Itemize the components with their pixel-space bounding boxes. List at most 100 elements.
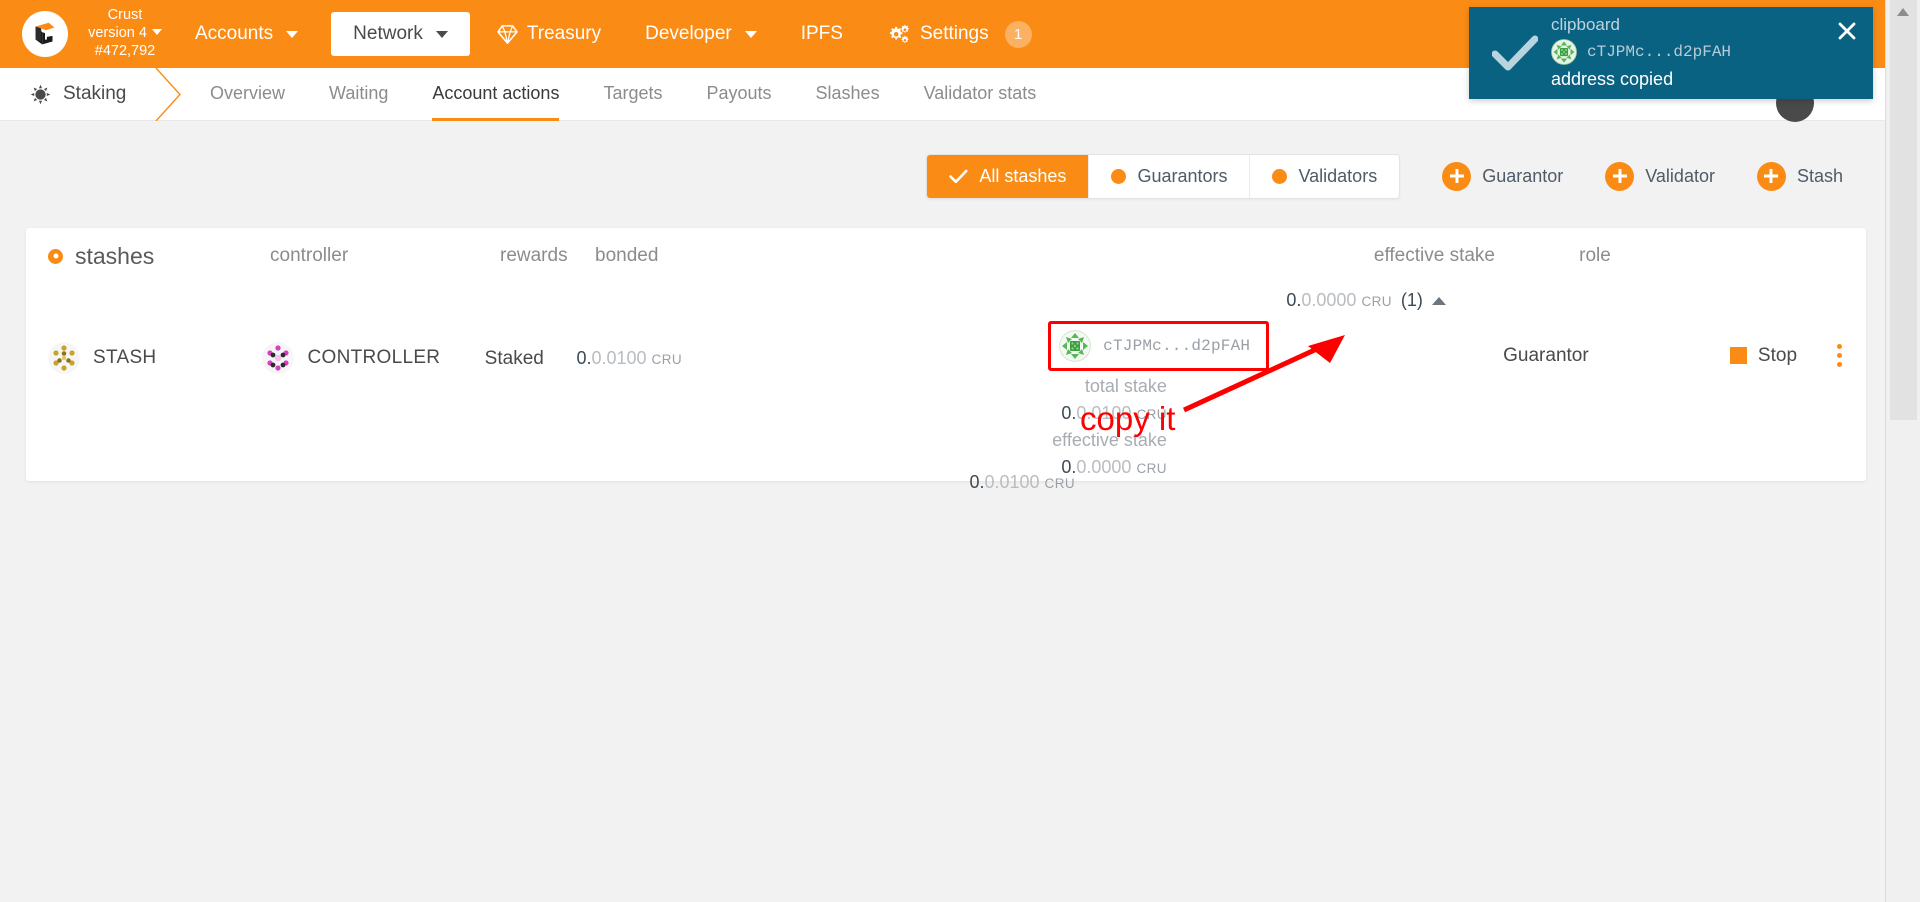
page-scrollbar[interactable]	[1885, 0, 1920, 902]
toast-status-icon-wrap	[1485, 35, 1545, 71]
add-guarantor-button[interactable]: Guarantor	[1442, 161, 1563, 191]
kebab-dot	[1837, 353, 1843, 358]
stash-identicon	[48, 342, 80, 374]
column-header-role: role	[1579, 245, 1611, 266]
effective-stake-summary[interactable]: 0.0.0000 CRU (1)	[1286, 290, 1446, 311]
tab-waiting-label: Waiting	[329, 82, 389, 103]
controller-identicon	[262, 342, 295, 374]
effective-stake-total: 0.0.0000 CRU	[1286, 290, 1392, 310]
nav-developer[interactable]: Developer	[628, 14, 774, 54]
nav-network[interactable]: Network	[331, 12, 470, 56]
cell-controller: CONTROLLER	[262, 284, 484, 374]
column-header-bonded: bonded	[595, 245, 659, 266]
tab-overview[interactable]: Overview	[188, 68, 307, 121]
footer-total-number: 0.0100	[984, 472, 1040, 492]
breadcrumb: Staking	[0, 83, 150, 105]
stake-details: total stake 0.0.0100 CRU effective stake…	[1052, 373, 1167, 481]
cell-rewards: Staked	[484, 348, 544, 369]
toast-address: cTJPMc...d2pFAH	[1587, 43, 1732, 62]
nominee-address: cTJPMc...d2pFAH	[1103, 337, 1251, 355]
column-header-stashes-label: stashes	[75, 242, 155, 269]
brand-version: version 4	[88, 25, 147, 42]
close-icon[interactable]	[1837, 21, 1857, 41]
brand-block-number: #472,792	[94, 42, 156, 59]
nominee-count: (1)	[1400, 290, 1423, 310]
kebab-dot	[1837, 362, 1843, 367]
gears-icon	[889, 24, 909, 43]
nav-accounts-label: Accounts	[195, 23, 274, 44]
tab-overview-label: Overview	[210, 82, 286, 103]
crust-logo-glyph	[35, 22, 55, 45]
plus-icon	[1605, 161, 1635, 191]
filter-all-stashes-label: All stashes	[979, 165, 1067, 186]
table-header-row: stashes controller rewards bonded effect…	[26, 228, 1866, 284]
nav-developer-label: Developer	[645, 23, 732, 44]
tab-account-actions[interactable]: Account actions	[410, 68, 581, 121]
effective-top-unit: CRU	[1361, 294, 1392, 309]
filter-all-stashes[interactable]: All stashes	[927, 154, 1090, 198]
crust-logo[interactable]	[22, 11, 68, 57]
stash-filter-group: All stashes Guarantors Validators	[926, 153, 1401, 199]
breadcrumb-chevron-separator	[150, 67, 188, 121]
tab-slashes[interactable]: Slashes	[794, 68, 902, 121]
toast-account-row: cTJPMc...d2pFAH	[1551, 39, 1857, 66]
nominee-identicon	[1059, 330, 1092, 362]
check-icon	[949, 169, 968, 183]
tab-waiting[interactable]: Waiting	[307, 68, 410, 121]
nav-settings-label: Settings	[919, 23, 989, 44]
cell-stash: STASH	[48, 284, 262, 374]
footer-total: 0.0.0100 CRU	[969, 472, 1075, 492]
role-value: Guarantor	[1503, 344, 1589, 366]
breadcrumb-label: Staking	[63, 83, 127, 104]
cell-bonded: 0.0.0100 CRU	[576, 284, 1040, 369]
stash-account[interactable]: STASH	[48, 284, 262, 374]
clipboard-toast: clipboard cTJPMc...d2pFAH address copied	[1469, 7, 1873, 99]
brand-block[interactable]: Crust version 4 #472,792	[82, 7, 168, 60]
chevron-down-icon	[435, 30, 448, 38]
effective-top-value: 0.0000	[1301, 290, 1357, 310]
nav-treasury[interactable]: Treasury	[480, 14, 618, 54]
column-header-controller: controller	[270, 245, 349, 266]
controller-account[interactable]: CONTROLLER	[262, 284, 484, 374]
cell-role-actions: Guarantor Stop	[1446, 284, 1844, 369]
stop-button[interactable]: Stop	[1729, 345, 1797, 367]
cell-effective-stake: 0.0.0000 CRU (1) cTJPMc...d2pFAH total s…	[1040, 284, 1446, 481]
tab-payouts[interactable]: Payouts	[684, 68, 793, 121]
stashes-table: stashes controller rewards bonded effect…	[26, 228, 1866, 481]
nav-accounts[interactable]: Accounts	[178, 14, 315, 54]
bonded-value-int: 0.	[576, 348, 592, 368]
tab-validator-stats[interactable]: Validator stats	[902, 68, 1059, 121]
stop-square-icon	[1729, 347, 1747, 364]
nav-settings[interactable]: Settings 1	[870, 12, 1049, 57]
row-more-menu-icon[interactable]	[1835, 342, 1844, 369]
nav-ipfs[interactable]: IPFS	[784, 14, 860, 54]
tab-validator-stats-label: Validator stats	[923, 82, 1037, 103]
column-header-stashes: stashes	[48, 243, 270, 270]
tab-targets[interactable]: Targets	[581, 68, 684, 121]
nominee-address-highlight[interactable]: cTJPMc...d2pFAH	[1048, 321, 1270, 371]
filter-guarantors[interactable]: Guarantors	[1089, 154, 1251, 198]
table-row: STASH CONTROLLER Staked 0.0.0100 CRU 0.0…	[26, 284, 1866, 481]
toast-title: clipboard	[1551, 14, 1620, 34]
add-stash-button[interactable]: Stash	[1756, 161, 1843, 191]
tab-slashes-label: Slashes	[815, 82, 880, 103]
scrollbar-thumb[interactable]	[1890, 0, 1917, 420]
filter-validators-label: Validators	[1298, 165, 1378, 186]
chevron-down-icon	[744, 30, 757, 38]
filter-validators[interactable]: Validators	[1250, 154, 1400, 198]
kebab-dot	[1837, 344, 1843, 349]
filter-toolbar: All stashes Guarantors Validators Guaran…	[0, 145, 1885, 207]
status-dot-icon	[1272, 168, 1288, 184]
chevron-up-icon[interactable]	[1431, 296, 1446, 305]
brand-name: Crust	[107, 7, 143, 24]
check-icon	[1492, 35, 1538, 71]
bonded-value-frac: 0.0100	[591, 348, 647, 368]
chevron-down-icon	[286, 30, 299, 38]
table-footer: 0.0.0100 CRU	[26, 472, 1866, 493]
total-stake-unit: CRU	[1136, 407, 1167, 422]
total-stake-value: 0.0.0100 CRU	[1061, 403, 1167, 423]
bonded-unit: CRU	[651, 352, 682, 367]
scroll-up-arrow-icon[interactable]	[1897, 8, 1909, 16]
add-validator-button[interactable]: Validator	[1605, 161, 1715, 191]
settings-badge: 1	[1004, 20, 1032, 48]
